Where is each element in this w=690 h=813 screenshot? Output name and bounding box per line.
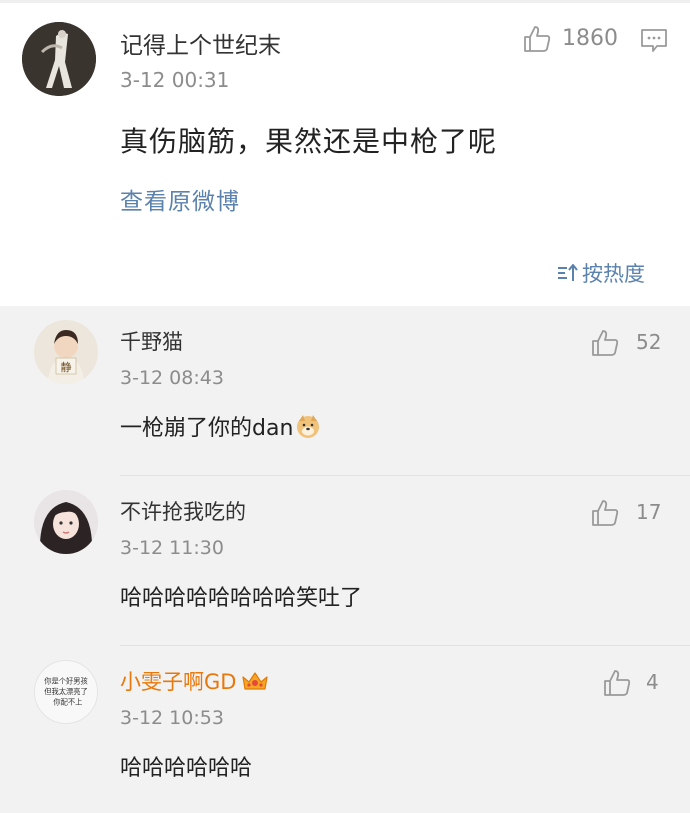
- commenter-name[interactable]: 不许抢我吃的: [120, 496, 246, 526]
- sort-by-hot-button[interactable]: 按热度: [556, 258, 645, 288]
- avatar-label: 静: [61, 360, 72, 374]
- commenter-avatar[interactable]: 静: [34, 320, 98, 384]
- sort-label: 按热度: [582, 262, 645, 286]
- comment-item: 静 千野猫 3-12 08:43 一枪崩了你的dan 52: [0, 306, 690, 476]
- comment-item: 不许抢我吃的 3-12 11:30 哈哈哈哈哈哈哈哈笑吐了 17: [0, 476, 690, 646]
- sort-icon: [558, 264, 578, 281]
- main-like-count: 1860: [562, 26, 618, 51]
- avatar-text-line: 你是个好男孩: [44, 676, 88, 685]
- commenter-name-text: 小雯子啊GD: [120, 670, 237, 694]
- comment-like-count: 17: [636, 500, 662, 524]
- thumbs-up-icon[interactable]: [590, 498, 620, 528]
- comment-like-count: 4: [646, 670, 659, 694]
- commenter-name[interactable]: 小雯子啊GD: [120, 666, 270, 696]
- vip-crown-icon: [242, 672, 269, 690]
- thumbs-up-icon[interactable]: [590, 328, 620, 358]
- comment-time: 3-12 08:43: [120, 367, 224, 389]
- comment-text: 一枪崩了你的dan: [120, 410, 321, 442]
- comment-icon[interactable]: [640, 26, 668, 54]
- comment-time: 3-12 11:30: [120, 537, 224, 559]
- commenter-avatar[interactable]: 你是个好男孩 但我太漂亮了 你配不上: [34, 660, 98, 724]
- main-author-avatar[interactable]: [22, 22, 96, 96]
- thumbs-up-icon[interactable]: [522, 24, 552, 54]
- main-post: 记得上个世纪末 3-12 00:31 1860 真伤脑筋，果然还是中枪了呢 查看…: [0, 0, 690, 306]
- top-divider: [0, 0, 690, 3]
- main-post-time: 3-12 00:31: [120, 68, 230, 92]
- comment-text: 哈哈哈哈哈哈: [120, 756, 253, 781]
- comment-text-content: 一枪崩了你的dan: [120, 416, 294, 441]
- avatar-text-line: 但我太漂亮了: [44, 687, 88, 696]
- main-author-name[interactable]: 记得上个世纪末: [120, 26, 281, 60]
- commenter-avatar[interactable]: [34, 490, 98, 554]
- thumbs-up-icon[interactable]: [602, 668, 632, 698]
- doge-emoji-icon: [297, 415, 320, 438]
- view-original-link[interactable]: 查看原微博: [120, 182, 240, 216]
- comment-item: 你是个好男孩 但我太漂亮了 你配不上 小雯子啊GD 3-12 10:53 哈哈哈…: [0, 646, 690, 813]
- avatar-text-line: 你配不上: [53, 698, 82, 707]
- comment-time: 3-12 10:53: [120, 707, 224, 729]
- commenter-name[interactable]: 千野猫: [120, 326, 183, 356]
- comment-like-count: 52: [636, 330, 662, 354]
- comment-text: 哈哈哈哈哈哈哈哈笑吐了: [120, 586, 363, 611]
- main-post-text: 真伤脑筋，果然还是中枪了呢: [120, 125, 498, 158]
